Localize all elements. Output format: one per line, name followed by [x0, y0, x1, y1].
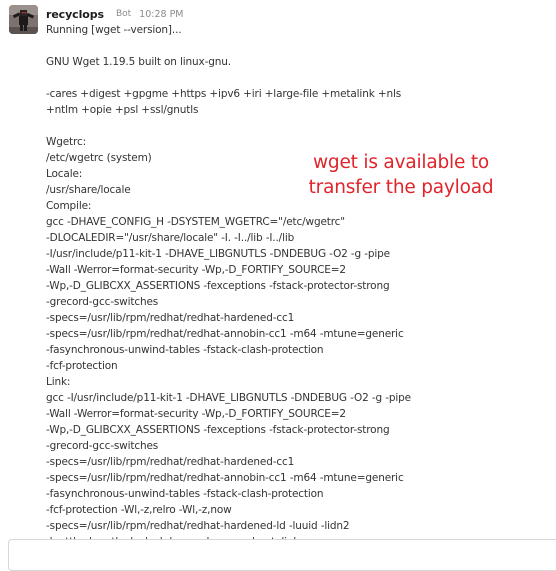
message-line: -Wall -Werror=format-security -Wp,-D_FOR…	[46, 408, 346, 420]
message-line: -specs=/usr/lib/rpm/redhat/redhat-annobi…	[46, 328, 404, 340]
bot-avatar[interactable]	[9, 5, 38, 34]
robot-avatar-icon	[9, 5, 38, 34]
bot-badge: Bot	[115, 9, 132, 19]
annotation-line-2: transfer the payload	[308, 177, 494, 198]
message-body: Running [wget --version]... GNU Wget 1.19…	[46, 22, 546, 540]
message-line: -fasynchronous-unwind-tables -fstack-cla…	[46, 344, 324, 356]
annotation-callout: wget is available to transfer the payloa…	[306, 150, 496, 200]
message-line: -fasynchronous-unwind-tables -fstack-cla…	[46, 488, 324, 500]
annotation-line-1: wget is available to	[312, 152, 489, 173]
message-header: recyclops Bot 10:28 PM	[46, 6, 184, 22]
message-line: -fcf-protection	[46, 360, 118, 372]
message-line	[46, 38, 546, 54]
message-line: +ntlm +opie +psl +ssl/gnutls	[46, 104, 199, 116]
message-line: Compile:	[46, 200, 92, 212]
message-line: gcc -I/usr/include/p11-kit-1 -DHAVE_LIBG…	[46, 392, 411, 404]
message-line: -Wall -Werror=format-security -Wp,-D_FOR…	[46, 264, 346, 276]
message-line: -fcf-protection -Wl,-z,relro -Wl,-z,now	[46, 504, 232, 516]
message-line: -specs=/usr/lib/rpm/redhat/redhat-harden…	[46, 520, 350, 532]
message-line: -specs=/usr/lib/rpm/redhat/redhat-harden…	[46, 312, 295, 324]
message-line: -cares +digest +gpgme +https +ipv6 +iri …	[46, 88, 402, 100]
message-line: -Wp,-D_GLIBCXX_ASSERTIONS -fexceptions -…	[46, 424, 390, 436]
message-line: gcc -DHAVE_CONFIG_H -DSYSTEM_WGETRC="/et…	[46, 216, 345, 228]
message-line: -I/usr/include/p11-kit-1 -DHAVE_LIBGNUTL…	[46, 248, 390, 260]
message-line: -grecord-gcc-switches	[46, 440, 159, 452]
message-composer-input[interactable]	[8, 539, 556, 571]
message-line: -specs=/usr/lib/rpm/redhat/redhat-annobi…	[46, 472, 404, 484]
message-line: Wgetrc:	[46, 136, 86, 148]
message-line	[46, 70, 546, 86]
message-line: -Wp,-D_GLIBCXX_ASSERTIONS -fexceptions -…	[46, 280, 390, 292]
message-line: -DLOCALEDIR="/usr/share/locale" -I. -I..…	[46, 232, 295, 244]
message-line: Running [wget --version]...	[46, 24, 182, 36]
message-line: Link:	[46, 376, 71, 388]
message-line: -grecord-gcc-switches	[46, 296, 159, 308]
sender-name[interactable]: recyclops	[46, 8, 104, 21]
message-line	[46, 118, 546, 134]
message-timestamp[interactable]: 10:28 PM	[139, 9, 183, 20]
chat-message: recyclops Bot 10:28 PM Running [wget --v…	[0, 0, 556, 540]
message-line: GNU Wget 1.19.5 built on linux-gnu.	[46, 56, 231, 68]
message-line: -specs=/usr/lib/rpm/redhat/redhat-harden…	[46, 456, 295, 468]
